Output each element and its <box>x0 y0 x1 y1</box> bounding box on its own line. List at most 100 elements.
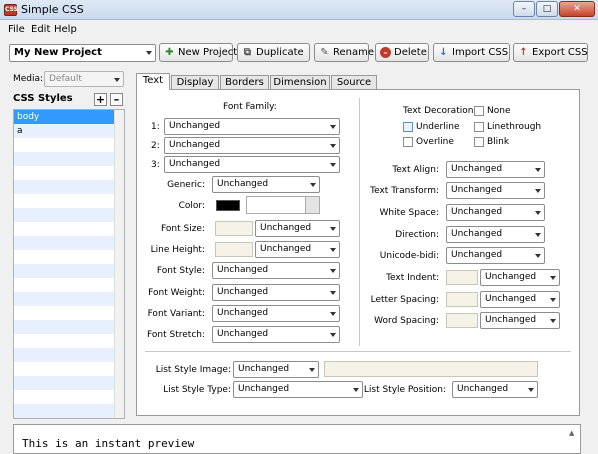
chevron-down-icon <box>550 298 556 302</box>
css-styles-title: CSS Styles <box>13 93 73 104</box>
minimize-button[interactable]: – <box>513 1 535 17</box>
close-icon: ✕ <box>573 4 581 14</box>
list-empty-row <box>14 404 124 418</box>
word-spacing-unit-select[interactable]: Unchanged <box>480 312 560 329</box>
select-value: Unchanged <box>169 159 221 169</box>
chevron-down-icon <box>330 312 336 316</box>
text-transform-select[interactable]: Unchanged <box>446 182 545 199</box>
text-indent-unit-select[interactable]: Unchanged <box>480 269 560 286</box>
list-style-image-select[interactable]: Unchanged <box>233 361 319 378</box>
text-align-select[interactable]: Unchanged <box>446 161 545 178</box>
export-icon: ↑ <box>519 47 528 58</box>
project-select-value: My New Project <box>14 47 102 58</box>
chevron-down-icon <box>330 269 336 273</box>
color-swatch[interactable] <box>216 200 240 211</box>
style-item-body[interactable]: body <box>14 110 124 124</box>
rename-button[interactable]: ✎ Rename <box>314 43 374 62</box>
media-select-value: Default <box>49 74 82 84</box>
tab-source[interactable]: Source <box>331 75 377 90</box>
add-icon: ✚ <box>165 47 174 58</box>
line-height-label: Line Height: <box>150 245 205 255</box>
font-stretch-label: Font Stretch: <box>147 330 205 340</box>
select-value: Unchanged <box>485 272 537 282</box>
new-project-button[interactable]: ✚ New Project <box>159 43 237 62</box>
title-bar: CSS Simple CSS – □ ✕ <box>0 0 598 20</box>
font-variant-label: Font Variant: <box>147 309 205 319</box>
letter-spacing-unit-select[interactable]: Unchanged <box>480 291 560 308</box>
scroll-up-icon[interactable]: ▲ <box>569 429 578 438</box>
tab-borders[interactable]: Borders <box>220 75 269 90</box>
plus-icon: + <box>95 93 106 106</box>
list-style-image-input[interactable] <box>324 361 538 377</box>
delete-button[interactable]: – Delete <box>375 43 429 62</box>
chevron-down-icon <box>114 78 120 82</box>
line-height-unit-select[interactable]: Unchanged <box>255 241 340 258</box>
menu-help[interactable]: Help <box>54 24 77 35</box>
style-item-a[interactable]: a <box>14 124 124 138</box>
menu-file[interactable]: File <box>8 24 25 35</box>
styles-list[interactable]: body a <box>13 109 125 419</box>
letter-spacing-input[interactable] <box>446 292 478 307</box>
export-css-button[interactable]: ↑ Export CSS <box>513 43 588 62</box>
select-value: Unchanged <box>260 244 312 254</box>
overline-checkbox[interactable] <box>403 137 413 147</box>
select-value: Unchanged <box>457 384 509 394</box>
import-css-button[interactable]: ↓ Import CSS <box>433 43 510 62</box>
duplicate-label: Duplicate <box>256 47 304 58</box>
blink-checkbox[interactable] <box>474 137 484 147</box>
color-picker-button[interactable] <box>305 197 319 213</box>
menu-edit[interactable]: Edit <box>31 24 50 35</box>
chevron-down-icon <box>310 183 316 187</box>
select-value: Unchanged <box>169 140 221 150</box>
maximize-button[interactable]: □ <box>536 1 558 17</box>
select-value: Unchanged <box>260 223 312 233</box>
list-empty-row <box>14 208 124 222</box>
media-select[interactable]: Default <box>44 71 124 87</box>
list-style-type-select[interactable]: Unchanged <box>233 381 363 398</box>
select-value: Unchanged <box>451 229 503 239</box>
underline-checkbox[interactable] <box>403 122 413 132</box>
list-style-position-select[interactable]: Unchanged <box>452 381 538 398</box>
select-value: Unchanged <box>217 329 269 339</box>
list-scrollbar[interactable] <box>114 110 124 418</box>
font-size-input[interactable] <box>215 221 253 236</box>
font-style-select[interactable]: Unchanged <box>212 262 340 279</box>
font-size-unit-select[interactable]: Unchanged <box>255 220 340 237</box>
overline-label: Overline <box>416 137 454 147</box>
preview-text: This is an instant preview <box>22 437 195 450</box>
pencil-icon: ✎ <box>320 47 329 58</box>
minus-icon: – <box>113 93 120 106</box>
project-select[interactable]: My New Project <box>9 44 156 62</box>
font-family-2-select[interactable]: Unchanged <box>164 137 340 154</box>
none-checkbox[interactable] <box>474 106 484 116</box>
tab-text[interactable]: Text <box>136 73 170 90</box>
color-label: Color: <box>178 201 205 211</box>
text-indent-input[interactable] <box>446 270 478 285</box>
font-family-label: Font Family: <box>223 102 277 112</box>
app-icon: CSS <box>4 4 18 16</box>
close-button[interactable]: ✕ <box>559 1 595 17</box>
tab-dimension[interactable]: Dimension <box>270 75 330 90</box>
instant-preview[interactable]: This is an instant preview ▲ <box>13 424 581 454</box>
generic-select[interactable]: Unchanged <box>212 176 320 193</box>
tab-display[interactable]: Display <box>171 75 219 90</box>
white-space-select[interactable]: Unchanged <box>446 204 545 221</box>
remove-style-button[interactable]: – <box>110 93 123 106</box>
maximize-icon: □ <box>542 4 552 14</box>
unicode-bidi-select[interactable]: Unchanged <box>446 247 545 264</box>
font-family-1-select[interactable]: Unchanged <box>164 118 340 135</box>
import-css-label: Import CSS <box>452 47 509 58</box>
chevron-down-icon <box>528 388 534 392</box>
line-height-input[interactable] <box>215 242 253 257</box>
linethrough-checkbox[interactable] <box>474 122 484 132</box>
duplicate-button[interactable]: ⧉ Duplicate <box>237 43 310 62</box>
font-stretch-select[interactable]: Unchanged <box>212 326 340 343</box>
list-empty-row <box>14 180 124 194</box>
font-weight-select[interactable]: Unchanged <box>212 284 340 301</box>
font-variant-select[interactable]: Unchanged <box>212 305 340 322</box>
word-spacing-input[interactable] <box>446 313 478 328</box>
font-family-3-select[interactable]: Unchanged <box>164 156 340 173</box>
list-style-type-label: List Style Type: <box>163 385 231 395</box>
direction-select[interactable]: Unchanged <box>446 226 545 243</box>
add-style-button[interactable]: + <box>94 93 107 106</box>
